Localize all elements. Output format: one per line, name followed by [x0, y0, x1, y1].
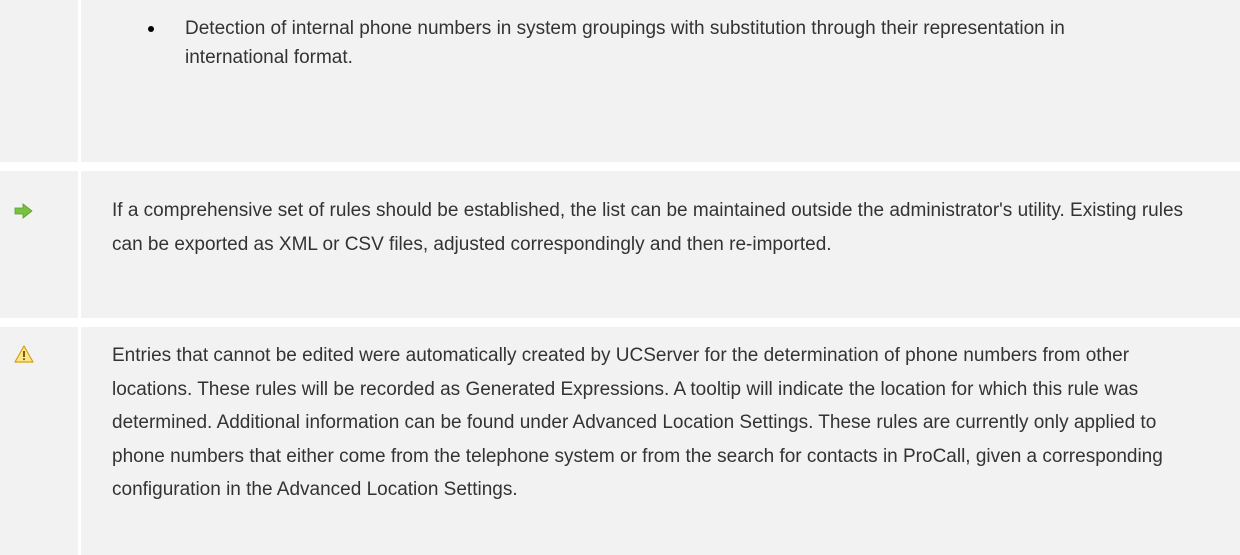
bullet-text: Detection of internal phone numbers in s…: [185, 18, 1065, 68]
tip-text: If a comprehensive set of rules should b…: [112, 200, 1184, 255]
icon-cell: [0, 171, 81, 318]
icon-cell: [0, 327, 81, 555]
icon-cell: [0, 0, 81, 162]
bullet-list: Detection of internal phone numbers in s…: [148, 14, 1098, 72]
document-table: Detection of internal phone numbers in s…: [0, 0, 1240, 555]
warning-text: Entries that cannot be edited were autom…: [112, 345, 1163, 500]
text-cell: Entries that cannot be edited were autom…: [84, 327, 1240, 555]
table-row-warning: Entries that cannot be edited were autom…: [0, 327, 1240, 555]
list-item: Detection of internal phone numbers in s…: [148, 14, 1098, 72]
table-row-tip: If a comprehensive set of rules should b…: [0, 171, 1240, 318]
arrow-right-icon: [14, 203, 33, 219]
bullet-dot-icon: [148, 26, 154, 32]
table-row-bullet: Detection of internal phone numbers in s…: [0, 0, 1240, 162]
text-cell: If a comprehensive set of rules should b…: [84, 171, 1240, 318]
warning-icon: [14, 345, 34, 363]
text-cell: Detection of internal phone numbers in s…: [84, 0, 1240, 162]
